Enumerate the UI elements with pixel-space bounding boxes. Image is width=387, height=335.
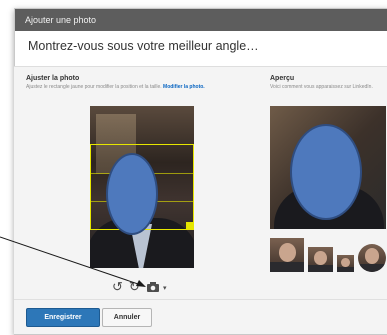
cancel-button[interactable]: Annuler xyxy=(102,308,152,327)
save-button[interactable]: Enregistrer xyxy=(26,308,100,327)
camera-icon[interactable] xyxy=(146,280,160,293)
preview-label: Aperçu xyxy=(270,75,295,82)
dialog-footer: Enregistrer Annuler xyxy=(14,299,387,334)
dialog-body: Ajuster la photo Ajustez le rectangle ja… xyxy=(14,8,387,334)
adjust-photo-text: Ajustez le rectangle jaune pour modifier… xyxy=(26,84,162,90)
thumbnail-small xyxy=(337,255,354,272)
thumbnail-round xyxy=(358,244,386,272)
face-mask xyxy=(106,153,158,235)
adjust-photo-label: Ajuster la photo xyxy=(26,75,80,82)
rotate-left-icon[interactable]: ↺ xyxy=(112,280,123,293)
thumbnail-medium xyxy=(308,247,333,272)
edit-photo-link[interactable]: Modifier la photo. xyxy=(163,84,205,90)
adjust-photo-description: Ajustez le rectangle jaune pour modifier… xyxy=(26,84,266,91)
crop-resize-handle[interactable] xyxy=(186,222,193,229)
preview-thumbnails xyxy=(270,236,386,272)
preview-face-mask xyxy=(290,124,362,220)
rotate-right-icon[interactable]: ↻ xyxy=(129,280,140,293)
chevron-down-icon[interactable]: ▾ xyxy=(163,284,167,292)
photo-controls: ↺ ↻ xyxy=(112,280,140,293)
preview-description: Voici comment vous apparaissez sur Linke… xyxy=(270,84,373,90)
thumbnail-large xyxy=(270,238,304,272)
